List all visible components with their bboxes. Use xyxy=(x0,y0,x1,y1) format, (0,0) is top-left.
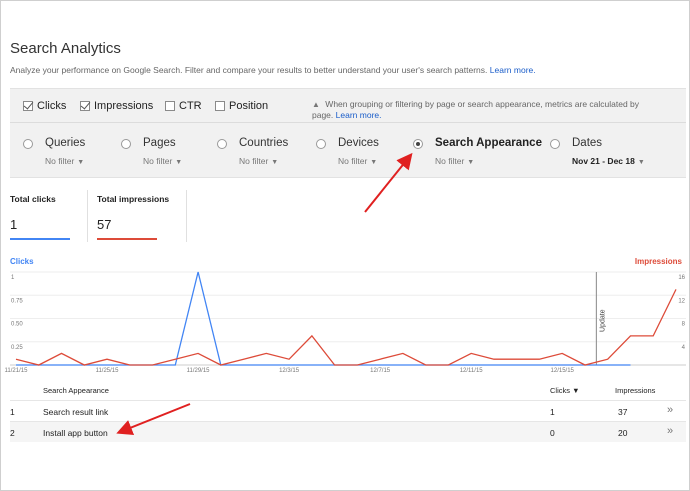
warning-icon: ▲ xyxy=(312,100,320,109)
header-search-appearance[interactable]: Search Appearance xyxy=(43,386,109,395)
total-clicks-card[interactable]: Total clicks 1 xyxy=(10,194,70,240)
checkbox-box[interactable] xyxy=(80,101,90,111)
dimension-label: Dates xyxy=(572,137,603,149)
row-name: Search result link xyxy=(43,407,109,417)
date-range-dropdown[interactable]: Nov 21 - Dec 18 ▼ xyxy=(572,156,645,166)
total-impressions-label: Total impressions xyxy=(97,194,170,204)
metrics-row: Clicks Impressions CTR Position ▲ When g… xyxy=(10,89,686,123)
total-impressions-card[interactable]: Total impressions 57 xyxy=(97,194,170,240)
impressions-checkbox[interactable]: Impressions xyxy=(80,99,153,113)
position-checkbox[interactable]: Position xyxy=(215,99,268,113)
ctr-checkbox-label: CTR xyxy=(179,100,202,112)
chevron-double-right-icon[interactable]: » xyxy=(667,425,673,437)
table-row[interactable]: 1 Search result link 1 37 » xyxy=(10,400,686,421)
radio-countries[interactable] xyxy=(217,139,227,149)
checkbox-box[interactable] xyxy=(23,101,33,111)
clicks-checkbox[interactable]: Clicks xyxy=(23,99,66,113)
divider xyxy=(87,190,88,242)
ctr-checkbox[interactable]: CTR xyxy=(165,99,202,113)
dimension-filter-dropdown[interactable]: No filter ▼ xyxy=(338,156,377,166)
learn-more-link[interactable]: Learn more. xyxy=(490,65,536,75)
radio-queries[interactable] xyxy=(23,139,33,149)
x-tick-label: 11/25/15 xyxy=(96,368,120,374)
total-clicks-value: 1 xyxy=(10,217,18,232)
dimension-label: Pages xyxy=(143,137,176,149)
dimension-filter-dropdown[interactable]: No filter ▼ xyxy=(143,156,182,166)
x-tick-label: 12/7/15 xyxy=(370,368,391,374)
caret-down-icon: ▼ xyxy=(175,159,183,166)
info-note: ▲ When grouping or filtering by page or … xyxy=(312,99,657,120)
position-checkbox-label: Position xyxy=(229,100,269,112)
caret-down-icon: ▼ xyxy=(637,159,645,166)
row-impressions: 20 xyxy=(618,428,628,438)
row-clicks: 0 xyxy=(550,428,555,438)
update-marker-label: Update xyxy=(599,309,606,332)
checkbox-box[interactable] xyxy=(215,101,225,111)
y-tick-left: 0.25 xyxy=(11,345,23,351)
chevron-double-right-icon[interactable]: » xyxy=(667,404,673,416)
y-tick-left: 1 xyxy=(11,275,15,281)
radio-dates[interactable] xyxy=(550,139,560,149)
x-tick-label: 12/11/15 xyxy=(460,368,484,374)
dimension-label: Search Appearance xyxy=(435,137,542,149)
clicks-underline xyxy=(10,238,70,240)
header-clicks[interactable]: Clicks ▼ xyxy=(550,386,580,395)
y-tick-right: 16 xyxy=(678,275,685,281)
row-index: 2 xyxy=(10,428,15,438)
y-tick-right: 12 xyxy=(678,298,685,304)
y-tick-left: 0.75 xyxy=(11,298,23,304)
dimension-label: Countries xyxy=(239,137,289,149)
row-clicks: 1 xyxy=(550,407,555,417)
caret-down-icon: ▼ xyxy=(271,159,279,166)
dimension-filter-dropdown[interactable]: No filter ▼ xyxy=(45,156,84,166)
caret-down-icon: ▼ xyxy=(467,159,475,166)
header-impressions[interactable]: Impressions xyxy=(615,386,655,395)
table-header: Search Appearance Clicks ▼ Impressions xyxy=(10,383,686,400)
subtitle-text: Analyze your performance on Google Searc… xyxy=(10,65,488,75)
caret-down-icon: ▼ xyxy=(77,159,85,166)
total-clicks-label: Total clicks xyxy=(10,194,56,204)
dimension-label: Devices xyxy=(338,137,379,149)
radio-search-appearance[interactable] xyxy=(413,139,423,149)
caret-down-icon: ▼ xyxy=(370,159,378,166)
x-tick-label: 12/3/15 xyxy=(279,368,300,374)
impressions-underline xyxy=(97,238,157,240)
y-tick-right: 8 xyxy=(682,322,686,328)
clicks-checkbox-label: Clicks xyxy=(37,100,67,112)
checkbox-box[interactable] xyxy=(165,101,175,111)
total-impressions-value: 57 xyxy=(97,217,112,232)
row-index: 1 xyxy=(10,407,15,417)
y-tick-left: 0.50 xyxy=(11,322,23,328)
row-impressions: 37 xyxy=(618,407,628,417)
x-tick-label: 11/21/15 xyxy=(5,368,29,374)
filter-bar: Clicks Impressions CTR Position ▲ When g… xyxy=(10,88,686,178)
note-learn-more-link[interactable]: Learn more. xyxy=(336,110,382,120)
page-title: Search Analytics xyxy=(10,40,121,57)
search-analytics-chart[interactable]: 1 16 0.75 12 0.50 8 0.25 4 11/21/15 11/25/15 11/29… xyxy=(0,262,690,380)
row-name: Install app button xyxy=(43,428,108,438)
dimension-filter-dropdown[interactable]: No filter ▼ xyxy=(435,156,474,166)
divider xyxy=(186,190,187,242)
series-line-impressions xyxy=(15,289,677,366)
radio-pages[interactable] xyxy=(121,139,131,149)
page-subtitle: Analyze your performance on Google Searc… xyxy=(10,65,536,75)
dimension-filter-dropdown[interactable]: No filter ▼ xyxy=(239,156,278,166)
impressions-checkbox-label: Impressions xyxy=(94,100,154,112)
dimension-label: Queries xyxy=(45,137,86,149)
table-row[interactable]: 2 Install app button 0 20 » xyxy=(10,421,686,442)
y-tick-right: 4 xyxy=(682,345,686,351)
radio-devices[interactable] xyxy=(316,139,326,149)
x-tick-label: 12/15/15 xyxy=(551,368,575,374)
x-tick-label: 11/29/15 xyxy=(187,368,211,374)
